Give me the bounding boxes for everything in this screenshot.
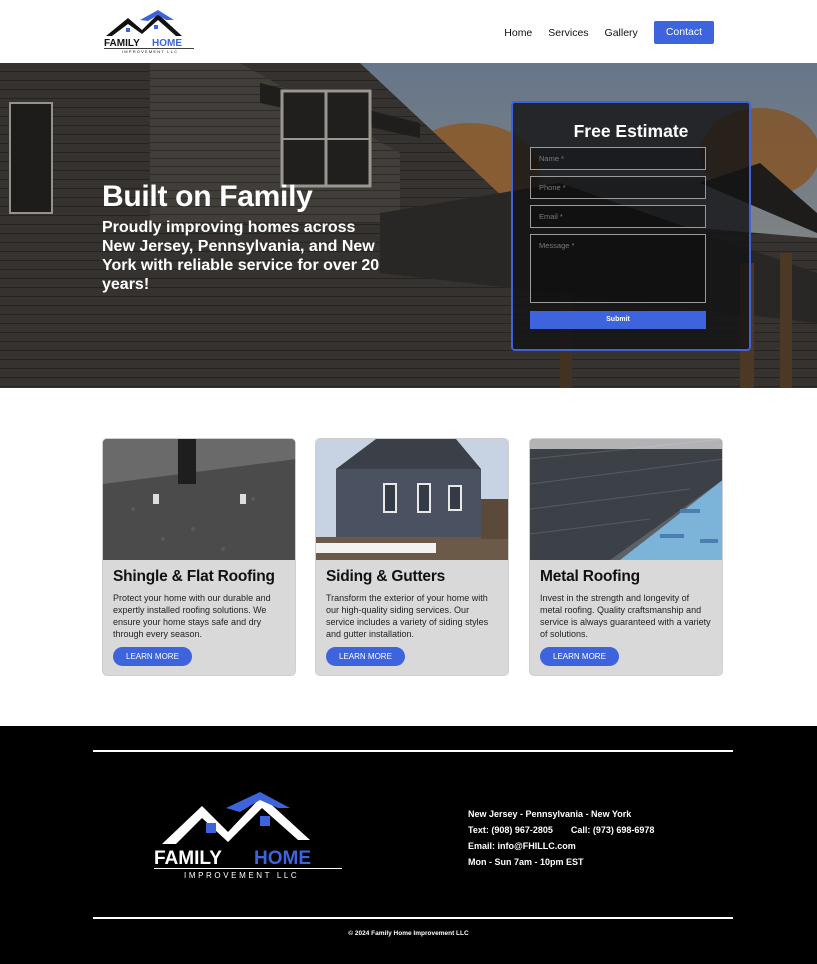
- card-description: Protect your home with our durable and e…: [113, 593, 271, 639]
- name-field[interactable]: Name *: [530, 147, 706, 170]
- hero-subtitle: Proudly improving homes across New Jerse…: [102, 219, 380, 293]
- site-footer: FAMILY HOME IMPROVEMENT LLC New Jersey -…: [0, 726, 817, 964]
- learn-more-button[interactable]: LEARN MORE: [540, 647, 619, 666]
- footer-bottom-divider: [93, 917, 733, 919]
- learn-more-button[interactable]: LEARN MORE: [113, 647, 192, 666]
- call-phone[interactable]: Call: (973) 698-6978: [571, 825, 655, 835]
- footer-top-divider: [93, 750, 733, 752]
- free-estimate-form: Free Estimate Name * Phone * Email * Mes…: [511, 101, 751, 351]
- text-phone[interactable]: Text: (908) 967-2805: [468, 825, 553, 835]
- footer-logo-home: HOME: [254, 848, 311, 869]
- nav-services[interactable]: Services: [548, 27, 588, 39]
- card-title: Metal Roofing: [540, 568, 640, 585]
- copyright-text: © 2024 Family Home Improvement LLC: [348, 930, 469, 937]
- form-title: Free Estimate: [573, 121, 689, 141]
- service-regions: New Jersey - Pennsylvania - New York: [468, 809, 632, 819]
- logo-home-text: HOME: [152, 38, 182, 49]
- footer-contact-info: New Jersey - Pennsylvania - New York Tex…: [468, 806, 654, 870]
- email-link[interactable]: Email: info@FHILLC.com: [468, 838, 654, 854]
- top-navbar: FAMILY HOME IMPROVEMENT LLC Home Service…: [0, 0, 817, 63]
- service-card-siding: Siding & Gutters Transform the exterior …: [315, 438, 509, 676]
- business-hours: Mon - Sun 7am - 10pm EST: [468, 857, 584, 867]
- nav-home[interactable]: Home: [504, 27, 532, 39]
- email-field[interactable]: Email *: [530, 205, 706, 228]
- siding-photo: [316, 439, 508, 560]
- logo-sub-text: IMPROVEMENT LLC: [122, 49, 178, 54]
- card-title: Shingle & Flat Roofing: [113, 568, 275, 585]
- hero-section: Built on Family Proudly improving homes …: [0, 63, 817, 388]
- submit-button[interactable]: Submit: [530, 311, 706, 329]
- card-title: Siding & Gutters: [326, 568, 446, 585]
- nav-gallery[interactable]: Gallery: [605, 27, 638, 39]
- card-description: Transform the exterior of your home with…: [326, 593, 489, 639]
- hero-text-block: Built on Family Proudly improving homes …: [102, 180, 392, 294]
- company-logo[interactable]: FAMILY HOME IMPROVEMENT LLC: [102, 8, 198, 54]
- roofing-photo: [103, 439, 295, 560]
- message-field[interactable]: Message *: [530, 234, 706, 303]
- learn-more-button[interactable]: LEARN MORE: [326, 647, 405, 666]
- nav-links: Home Services Gallery Contact: [504, 21, 714, 44]
- card-description: Invest in the strength and longevity of …: [540, 593, 711, 639]
- footer-logo-sub: IMPROVEMENT LLC: [184, 871, 299, 880]
- footer-logo-family: FAMILY: [154, 848, 222, 869]
- hero-title: Built on Family: [102, 180, 313, 213]
- logo-family-text: FAMILY: [104, 38, 140, 49]
- service-card-roofing: Shingle & Flat Roofing Protect your home…: [102, 438, 296, 676]
- contact-button[interactable]: Contact: [653, 21, 714, 44]
- phone-field[interactable]: Phone *: [530, 176, 706, 199]
- footer-logo: FAMILY HOME IMPROVEMENT LLC: [154, 792, 342, 880]
- metal-roofing-photo: [530, 439, 722, 560]
- service-card-metal: Metal Roofing Invest in the strength and…: [529, 438, 723, 676]
